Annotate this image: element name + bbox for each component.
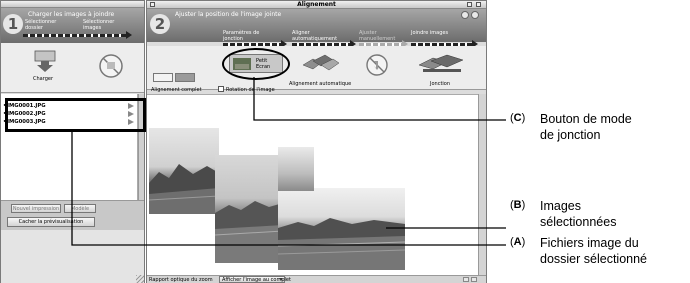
callout-b-text: Images sélectionnées <box>540 198 616 230</box>
scene-2-graphic <box>215 201 283 263</box>
file-list-highlight <box>5 98 146 132</box>
no-images-icon[interactable] <box>98 53 124 79</box>
selected-image-4[interactable] <box>278 147 314 191</box>
auto-align-icon[interactable] <box>301 51 341 77</box>
model-button[interactable]: Modèle <box>64 204 96 213</box>
step-select-images[interactable]: Sélectionner images <box>83 19 121 31</box>
step-manual-adjust[interactable]: Ajuster manuellement <box>359 30 399 42</box>
align-complete-label[interactable]: Alignement complet <box>151 87 202 93</box>
step-join-images[interactable]: Joindre images <box>411 30 471 36</box>
new-print-button[interactable]: Nouvel impression <box>11 204 61 213</box>
callout-b-letter: (B) <box>510 199 526 211</box>
step1-title: Charger les images à joindre <box>28 11 115 18</box>
hide-preview-button[interactable]: Cacher la prévisualisation <box>7 217 95 227</box>
auto-align-label: Alignement automatique <box>289 81 352 87</box>
callout-b-line1: Images <box>540 199 581 213</box>
window-title: Alignement <box>297 1 336 8</box>
callout-a-line1: Fichiers image du <box>540 236 639 250</box>
rotate-label[interactable]: Rotation de l'image <box>226 87 275 93</box>
preview-vscroll[interactable] <box>478 94 486 275</box>
callout-b-line2: sélectionnées <box>540 215 617 229</box>
callout-c-letter: (C) <box>510 112 526 124</box>
scroll-left-arrow[interactable] <box>463 277 469 282</box>
scene-3-graphic <box>278 218 405 270</box>
step-select-folder[interactable]: Sélectionner dossier <box>25 19 63 31</box>
load-icon[interactable] <box>31 49 59 73</box>
selected-image-2[interactable] <box>215 155 283 263</box>
callout-c-line2: de jonction <box>540 128 601 142</box>
manual-adjust-icon[interactable] <box>365 53 389 77</box>
step-join-settings[interactable]: Paramètres de jonction <box>223 30 275 42</box>
callout-c-text: Bouton de mode de jonction <box>540 111 632 143</box>
step-auto-align[interactable]: Aligner automatiquement <box>292 30 344 42</box>
scroll-right-arrow[interactable] <box>471 277 477 282</box>
preview-canvas[interactable] <box>147 94 478 275</box>
join-mode-highlight <box>222 48 290 80</box>
step2-title: Ajuster la position de l'image jointe <box>175 11 282 18</box>
resize-handle[interactable] <box>136 275 144 283</box>
load-images-panel: 1 Charger les images à joindre Sélection… <box>0 0 146 283</box>
zoom-box[interactable] <box>467 2 472 7</box>
status-bar: Rapport optique du zoom Afficher l'image… <box>147 275 486 283</box>
callout-a-letter: (A) <box>510 236 526 248</box>
join-icon[interactable] <box>417 51 467 77</box>
join-label: Jonction <box>430 81 451 87</box>
selected-image-1[interactable] <box>149 128 219 214</box>
layout-toggle-2[interactable] <box>175 73 195 82</box>
scene-1-graphic <box>149 164 219 214</box>
window-titlebar[interactable]: Alignement <box>147 1 486 9</box>
callout-c-line1: Bouton de mode <box>540 112 632 126</box>
collapse-box[interactable] <box>476 2 481 7</box>
left-panel-titlebar <box>1 1 144 8</box>
callout-a-text: Fichiers image du dossier sélectionné <box>540 235 647 267</box>
step1-number: 1 <box>3 14 23 34</box>
zoom-label: Rapport optique du zoom <box>149 277 213 283</box>
step2-number: 2 <box>150 14 170 34</box>
left-empty-area <box>1 230 144 283</box>
callout-a-line2: dossier sélectionné <box>540 252 648 266</box>
zoom-select-arrow-icon[interactable] <box>279 278 283 281</box>
left-step-arrow <box>23 31 132 39</box>
info-icon[interactable] <box>471 11 479 19</box>
load-label: Charger <box>33 76 53 82</box>
help-icon[interactable] <box>461 11 469 19</box>
alignment-window: Alignement 2 Ajuster la position de l'im… <box>146 0 487 283</box>
selected-image-3[interactable] <box>278 188 405 270</box>
layout-toggle-1[interactable] <box>153 73 173 82</box>
rotate-icon[interactable] <box>218 86 224 92</box>
zoom-select[interactable]: Afficher l'image au complet <box>219 276 291 283</box>
